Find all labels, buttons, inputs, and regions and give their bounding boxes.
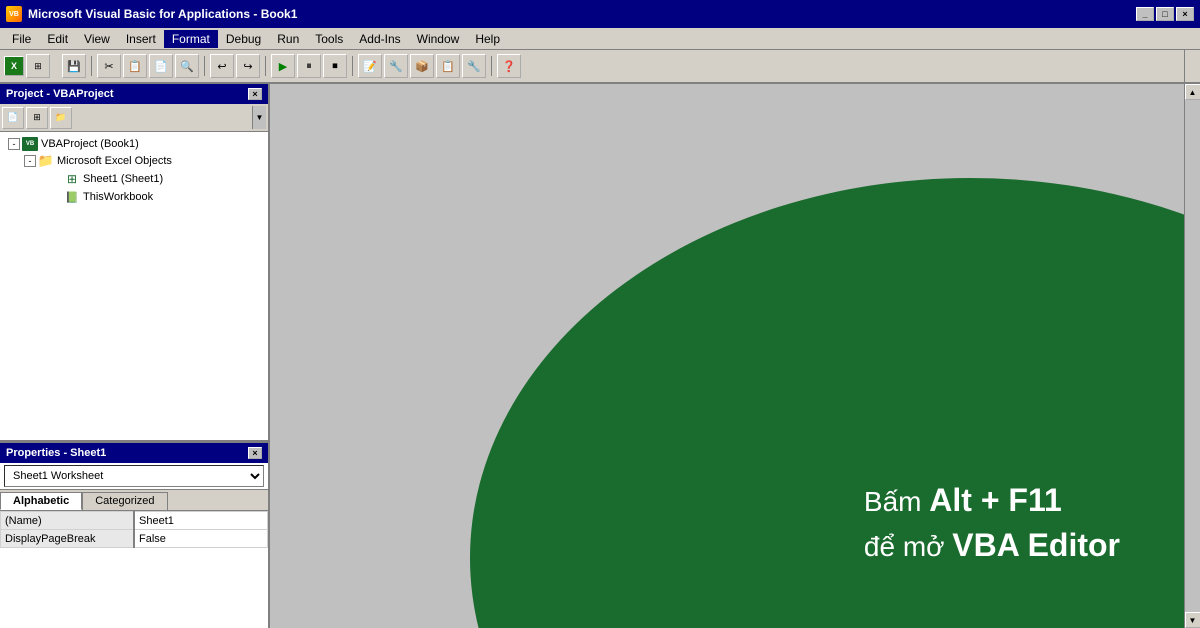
sheet-icon: ⊞ bbox=[64, 171, 80, 187]
redo-btn[interactable]: ↪ bbox=[236, 54, 260, 78]
tree-node-thisworkbook[interactable]: 📗 ThisWorkbook bbox=[4, 188, 264, 206]
macro-btn[interactable]: 🔧 bbox=[462, 54, 486, 78]
overlay-text-block: Bấm Alt + F11 để mở VBA Editor bbox=[864, 478, 1120, 568]
toggle-folders-btn[interactable]: 📁 bbox=[50, 107, 72, 129]
menu-file[interactable]: File bbox=[4, 30, 39, 48]
tree-label-thisworkbook: ThisWorkbook bbox=[83, 191, 153, 203]
view-btn[interactable]: ⊞ bbox=[26, 54, 50, 78]
overlay-line1-normal: Bấm bbox=[864, 486, 929, 517]
menu-tools[interactable]: Tools bbox=[307, 30, 351, 48]
window-controls[interactable]: _ □ × bbox=[1136, 7, 1194, 21]
props-tabs: Alphabetic Categorized bbox=[0, 490, 268, 511]
view-object-btn[interactable]: ⊞ bbox=[26, 107, 48, 129]
toolbar-scroll bbox=[1184, 50, 1196, 82]
tree-label-sheet1: Sheet1 (Sheet1) bbox=[83, 173, 163, 185]
prop-name-name: (Name) bbox=[1, 512, 135, 530]
menu-insert[interactable]: Insert bbox=[118, 30, 164, 48]
help-btn[interactable]: ❓ bbox=[497, 54, 521, 78]
undo-btn[interactable]: ↩ bbox=[210, 54, 234, 78]
vba-project-icon: VB bbox=[22, 137, 38, 151]
props-btn[interactable]: 📋 bbox=[436, 54, 460, 78]
menu-window[interactable]: Window bbox=[409, 30, 468, 48]
overlay-line2-bold: VBA Editor bbox=[952, 527, 1120, 563]
minimize-button[interactable]: _ bbox=[1136, 7, 1154, 21]
main-area: Bấm Alt + F11 để mở VBA Editor ▲ ▼ bbox=[270, 84, 1200, 628]
scroll-up-btn[interactable]: ▲ bbox=[1185, 84, 1200, 100]
prop-row-name: (Name) Sheet1 bbox=[1, 512, 268, 530]
toolbar: X ⊞ 💾 ✂ 📋 📄 🔍 ↩ ↪ ▶ ⏸ ⏹ 📝 🔧 📦 📋 🔧 ❓ bbox=[0, 50, 1200, 84]
left-panel: Project - VBAProject × 📄 ⊞ 📁 ▼ - VB VBAP… bbox=[0, 84, 270, 628]
properties-title-bar: Properties - Sheet1 × bbox=[0, 443, 268, 463]
project-panel: Project - VBAProject × 📄 ⊞ 📁 ▼ - VB VBAP… bbox=[0, 84, 268, 443]
paste-btn[interactable]: 📄 bbox=[149, 54, 173, 78]
overlay-line2-normal: để mở bbox=[864, 531, 952, 562]
excel-icon-btn[interactable]: X bbox=[4, 56, 24, 76]
overlay-line1-bold: Alt + F11 bbox=[929, 482, 1062, 518]
prop-name-displaypagebreak: DisplayPageBreak bbox=[1, 530, 135, 548]
run-btn[interactable]: ▶ bbox=[271, 54, 295, 78]
project-tree: - VB VBAProject (Book1) - 📁 Microsoft Ex… bbox=[0, 132, 268, 440]
project-close-btn[interactable]: × bbox=[248, 88, 262, 100]
cut-btn[interactable]: ✂ bbox=[97, 54, 121, 78]
tree-label-excel-objects: Microsoft Excel Objects bbox=[57, 155, 172, 167]
menu-format[interactable]: Format bbox=[164, 30, 218, 48]
prop-value-displaypagebreak[interactable]: False bbox=[134, 530, 268, 548]
properties-content: Sheet1 Worksheet Alphabetic Categorized … bbox=[0, 463, 268, 628]
tree-node-vbaproject[interactable]: - VB VBAProject (Book1) bbox=[4, 136, 264, 152]
prop-row-displaypagebreak: DisplayPageBreak False bbox=[1, 530, 268, 548]
expand-excel-objects[interactable]: - bbox=[24, 155, 36, 167]
title-text: Microsoft Visual Basic for Applications … bbox=[28, 7, 297, 21]
tree-node-excel-objects[interactable]: - 📁 Microsoft Excel Objects bbox=[4, 152, 264, 170]
pause-btn[interactable]: ⏸ bbox=[297, 54, 321, 78]
tab-alphabetic[interactable]: Alphabetic bbox=[0, 492, 82, 510]
properties-table: (Name) Sheet1 DisplayPageBreak False bbox=[0, 511, 268, 548]
overlay-line2: để mở VBA Editor bbox=[864, 523, 1120, 568]
menu-debug[interactable]: Debug bbox=[218, 30, 269, 48]
project-title: Project - VBAProject bbox=[6, 88, 114, 100]
app-icon: VB bbox=[6, 6, 22, 22]
properties-title: Properties - Sheet1 bbox=[6, 447, 106, 459]
stop-btn[interactable]: ⏹ bbox=[323, 54, 347, 78]
tab-categorized[interactable]: Categorized bbox=[82, 492, 167, 510]
workbook-icon: 📗 bbox=[64, 189, 80, 205]
design-btn[interactable]: 📝 bbox=[358, 54, 382, 78]
menu-addins[interactable]: Add-Ins bbox=[351, 30, 408, 48]
menu-run[interactable]: Run bbox=[269, 30, 307, 48]
properties-close-btn[interactable]: × bbox=[248, 447, 262, 459]
find-btn[interactable]: 🔍 bbox=[175, 54, 199, 78]
close-button[interactable]: × bbox=[1176, 7, 1194, 21]
ref-btn[interactable]: 📦 bbox=[410, 54, 434, 78]
maximize-button[interactable]: □ bbox=[1156, 7, 1174, 21]
menu-help[interactable]: Help bbox=[467, 30, 508, 48]
tree-label-vbaproject: VBAProject (Book1) bbox=[41, 138, 139, 150]
props-dropdown-row: Sheet1 Worksheet bbox=[0, 463, 268, 490]
save-btn[interactable]: 💾 bbox=[62, 54, 86, 78]
prop-value-name[interactable]: Sheet1 bbox=[134, 512, 268, 530]
props-select[interactable]: Sheet1 Worksheet bbox=[4, 465, 264, 487]
main-layout: Project - VBAProject × 📄 ⊞ 📁 ▼ - VB VBAP… bbox=[0, 84, 1200, 628]
tree-node-sheet1[interactable]: ⊞ Sheet1 (Sheet1) bbox=[4, 170, 264, 188]
title-bar: VB Microsoft Visual Basic for Applicatio… bbox=[0, 0, 1200, 28]
view-code-btn[interactable]: 📄 bbox=[2, 107, 24, 129]
menu-bar: File Edit View Insert Format Debug Run T… bbox=[0, 28, 1200, 50]
menu-view[interactable]: View bbox=[76, 30, 118, 48]
copy-btn[interactable]: 📋 bbox=[123, 54, 147, 78]
expand-vbaproject[interactable]: - bbox=[8, 138, 20, 150]
scroll-track bbox=[1185, 100, 1200, 612]
main-scrollbar: ▲ ▼ bbox=[1184, 84, 1200, 628]
overlay-line1: Bấm Alt + F11 bbox=[864, 478, 1120, 523]
project-toolbar: 📄 ⊞ 📁 ▼ bbox=[0, 104, 268, 132]
properties-panel: Properties - Sheet1 × Sheet1 Worksheet A… bbox=[0, 443, 268, 628]
tools2-btn[interactable]: 🔧 bbox=[384, 54, 408, 78]
folder-icon: 📁 bbox=[38, 153, 54, 169]
scroll-down-btn[interactable]: ▼ bbox=[1185, 612, 1200, 628]
project-title-bar: Project - VBAProject × bbox=[0, 84, 268, 104]
menu-edit[interactable]: Edit bbox=[39, 30, 76, 48]
